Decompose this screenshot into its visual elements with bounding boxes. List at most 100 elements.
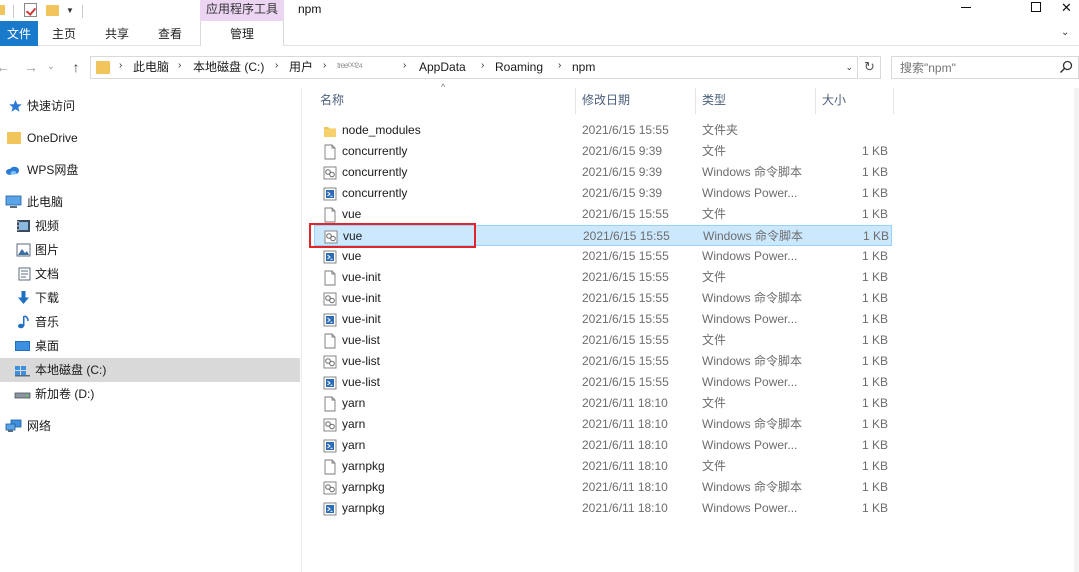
customize-toolbar-dropdown-icon[interactable]: ▼ — [66, 6, 76, 16]
file-name: concurrently — [342, 144, 408, 158]
properties-checkmark-icon[interactable] — [24, 3, 37, 17]
table-row[interactable]: vue-init 2021/6/15 15:55 文件 1 KB — [314, 267, 892, 288]
search-icon[interactable] — [1058, 59, 1074, 75]
breadcrumb-separator[interactable]: › — [323, 60, 326, 71]
address-history-dropdown-icon[interactable]: ⌄ — [845, 62, 853, 73]
breadcrumb-username[interactable]: ᵗʳᵉᵉ⁰⁰²⁴ — [337, 60, 363, 75]
table-row[interactable]: concurrently 2021/6/15 9:39 Windows 命令脚本 1 … — [314, 162, 892, 183]
sidebar-item-videos[interactable]: 视频 — [0, 214, 300, 238]
table-row[interactable]: vue-init 2021/6/15 15:55 Windows 命令脚本 1 KB — [314, 288, 892, 309]
table-row[interactable]: vue-list 2021/6/15 15:55 文件 1 KB — [314, 330, 892, 351]
tab-home[interactable]: 主页 — [44, 21, 84, 46]
address-bar[interactable]: › 此电脑 › 本地磁盘 (C:) › 用户 › ᵗʳᵉᵉ⁰⁰²⁴ › AppD… — [90, 56, 858, 79]
cmd-script-icon — [323, 166, 337, 180]
breadcrumb-appdata[interactable]: AppData — [419, 60, 466, 75]
table-row[interactable]: yarn 2021/6/11 18:10 Windows Power... 1 KB — [314, 435, 892, 456]
file-size: 1 KB — [861, 396, 888, 410]
breadcrumb-separator[interactable]: › — [558, 60, 561, 71]
sidebar-item-music[interactable]: 音乐 — [0, 310, 300, 334]
breadcrumb-separator[interactable]: › — [178, 60, 181, 71]
table-row[interactable]: yarnpkg 2021/6/11 18:10 Windows Power... 1 … — [314, 498, 892, 519]
sidebar-item-desktop[interactable]: 桌面 — [0, 334, 300, 358]
breadcrumb-separator[interactable]: › — [275, 60, 278, 71]
file-date-modified: 2021/6/15 15:55 — [582, 312, 669, 326]
pane-divider[interactable] — [301, 88, 302, 572]
sidebar-item-this-pc[interactable]: 此电脑 — [0, 190, 300, 214]
maximize-button[interactable] — [1013, 0, 1059, 21]
column-header-size[interactable]: 大小 — [816, 88, 894, 114]
tab-view[interactable]: 查看 — [150, 21, 190, 46]
file-type: Windows Power... — [702, 501, 798, 515]
file-name: node_modules — [342, 123, 421, 137]
sidebar-item-new-volume-d[interactable]: 新加卷 (D:) — [0, 382, 300, 406]
file-name: yarnpkg — [342, 459, 385, 473]
search-box[interactable] — [891, 56, 1079, 79]
sidebar-item-local-disk-c[interactable]: 本地磁盘 (C:) — [0, 358, 300, 382]
table-row[interactable]: vue-list 2021/6/15 15:55 Windows 命令脚本 1 KB — [314, 351, 892, 372]
breadcrumb-separator[interactable]: › — [481, 60, 484, 71]
table-row[interactable]: vue-init 2021/6/15 15:55 Windows Power... 1… — [314, 309, 892, 330]
sidebar-item-documents[interactable]: 文档 — [0, 262, 300, 286]
new-folder-icon[interactable] — [46, 5, 59, 16]
tab-share[interactable]: 共享 — [96, 21, 138, 46]
breadcrumb-npm[interactable]: npm — [572, 60, 595, 75]
breadcrumb-separator[interactable]: › — [403, 60, 406, 71]
file-type: Windows 命令脚本 — [703, 229, 804, 243]
table-row[interactable]: yarn 2021/6/11 18:10 文件 1 KB — [314, 393, 892, 414]
maximize-icon — [1031, 1, 1041, 12]
table-row[interactable]: yarnpkg 2021/6/11 18:10 Windows 命令脚本 1 KB — [314, 477, 892, 498]
table-row[interactable]: concurrently 2021/6/15 9:39 文件 1 KB — [314, 141, 892, 162]
breadcrumb-separator[interactable]: › — [119, 60, 122, 71]
file-icon — [324, 144, 336, 160]
file-date-modified: 2021/6/15 15:55 — [582, 123, 669, 137]
file-size: 1 KB — [861, 291, 888, 305]
expand-ribbon-chevron-icon[interactable]: ⌄ — [1061, 27, 1073, 39]
search-input[interactable] — [900, 61, 1050, 75]
file-type: Windows 命令脚本 — [702, 354, 803, 368]
cloud-icon — [5, 166, 20, 175]
sidebar-item-network[interactable]: 网络 — [0, 414, 300, 438]
tab-file[interactable]: 文件 — [0, 21, 38, 46]
table-row[interactable]: concurrently 2021/6/15 9:39 Windows Power.… — [314, 183, 892, 204]
up-button[interactable]: ↑ — [67, 57, 85, 77]
sidebar-item-pictures[interactable]: 图片 — [0, 238, 300, 262]
breadcrumb-roaming[interactable]: Roaming — [495, 60, 543, 75]
folder-icon — [96, 61, 110, 74]
table-row[interactable]: vue 2021/6/15 15:55 Windows Power... 1 KB — [314, 246, 892, 267]
annotation-highlight-box — [309, 223, 476, 248]
folder-icon[interactable] — [0, 5, 5, 15]
refresh-button[interactable]: ↻ — [859, 56, 881, 79]
file-date-modified: 2021/6/15 9:39 — [582, 165, 663, 179]
file-date-modified: 2021/6/11 18:10 — [582, 501, 668, 515]
close-button[interactable]: ✕ — [1061, 0, 1079, 21]
breadcrumb-local-disk-c[interactable]: 本地磁盘 (C:) — [193, 60, 264, 75]
minimize-button[interactable] — [943, 0, 989, 21]
powershell-script-icon — [323, 502, 337, 516]
sidebar-item-label: 网络 — [27, 419, 52, 433]
tab-manage[interactable]: 管理 — [200, 21, 284, 46]
sidebar-item-onedrive[interactable]: OneDrive — [0, 126, 300, 150]
vertical-scrollbar[interactable] — [1074, 88, 1079, 572]
breadcrumb-users[interactable]: 用户 — [289, 60, 313, 75]
breadcrumb-this-pc[interactable]: 此电脑 — [133, 60, 169, 75]
quick-access-toolbar: ▼ — [0, 2, 83, 18]
column-header-type[interactable]: 类型 — [696, 88, 816, 114]
column-header-date-modified[interactable]: 修改日期 — [576, 88, 696, 114]
table-row[interactable]: node_modules 2021/6/15 15:55 文件夹 — [314, 120, 892, 141]
back-button[interactable]: ← — [0, 57, 12, 77]
column-header-name[interactable]: 名称 — [314, 88, 576, 114]
sidebar-item-label: WPS网盘 — [27, 163, 79, 177]
table-row[interactable]: vue 2021/6/15 15:55 文件 1 KB — [314, 204, 892, 225]
recent-locations-dropdown[interactable]: ⌄ — [45, 57, 57, 77]
file-size: 1 KB — [861, 249, 888, 263]
table-row[interactable]: yarn 2021/6/11 18:10 Windows 命令脚本 1 KB — [314, 414, 892, 435]
file-type: Windows Power... — [702, 438, 798, 452]
sidebar-item-downloads[interactable]: 下载 — [0, 286, 300, 310]
navigation-bar: ← → ⌄ ↑ › 此电脑 › 本地磁盘 (C:) › 用户 › ᵗʳᵉᵉ⁰⁰²… — [0, 54, 1079, 80]
table-row[interactable]: vue-list 2021/6/15 15:55 Windows Power... 1… — [314, 372, 892, 393]
table-row[interactable]: yarnpkg 2021/6/11 18:10 文件 1 KB — [314, 456, 892, 477]
sidebar-item-wps-cloud[interactable]: WPS网盘 — [0, 158, 300, 182]
cmd-script-icon — [323, 418, 337, 432]
forward-button[interactable]: → — [22, 57, 40, 77]
sidebar-item-quick-access[interactable]: 快速访问 — [0, 94, 300, 118]
